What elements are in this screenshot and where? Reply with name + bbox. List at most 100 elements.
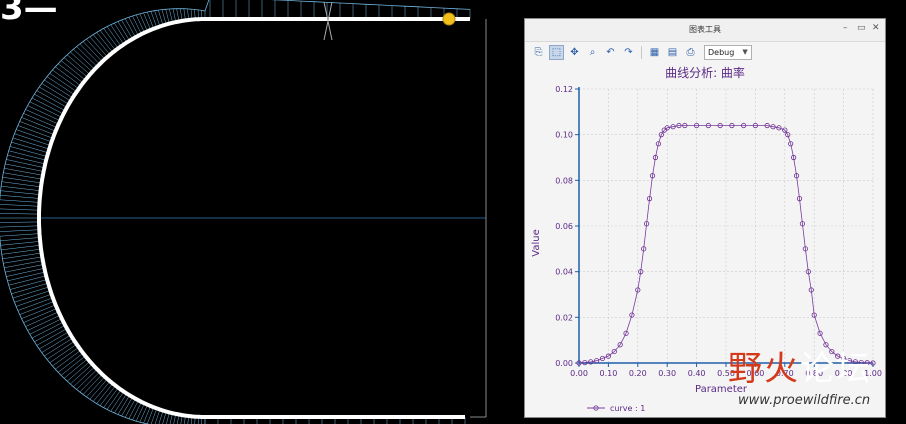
chart-title: 曲线分析: 曲率 xyxy=(665,65,745,80)
comb-tooth xyxy=(8,275,47,286)
comb-tooth xyxy=(23,308,58,323)
comb-tooth xyxy=(0,194,40,199)
restore-button[interactable]: ▭ xyxy=(857,23,866,33)
comb-tooth xyxy=(82,374,103,395)
comb-tooth xyxy=(0,237,40,242)
comb-tooth xyxy=(0,190,41,195)
comb-tooth xyxy=(132,401,142,421)
comb-tooth xyxy=(0,221,40,223)
comb-tooth xyxy=(52,69,79,89)
table-icon[interactable]: ▦ xyxy=(647,45,662,60)
chevron-down-icon: ▼ xyxy=(742,48,748,56)
comb-tooth xyxy=(23,113,58,128)
comb-tooth xyxy=(29,101,62,118)
comb-tooth xyxy=(82,41,103,62)
comb-tooth xyxy=(0,208,40,211)
comb-tooth xyxy=(34,325,66,342)
toolbar-separator xyxy=(641,45,642,59)
comb-tooth xyxy=(124,18,136,38)
y-tick-label: 0.04 xyxy=(555,268,573,277)
comb-tooth xyxy=(132,15,142,35)
comb-tooth xyxy=(139,13,148,32)
series-points xyxy=(576,122,876,366)
comb-tooth xyxy=(76,369,98,390)
comb-tooth xyxy=(5,264,44,273)
comb-tooth xyxy=(39,86,69,105)
comb-tooth xyxy=(128,17,139,36)
comb-tooth xyxy=(0,199,40,203)
x-tick-label: 0.10 xyxy=(599,369,617,378)
comb-tooth xyxy=(150,11,158,28)
comb-tooth xyxy=(96,383,113,404)
pan-icon[interactable]: ✥ xyxy=(567,45,582,60)
comb-tooth xyxy=(1,185,41,191)
comb-tooth xyxy=(86,38,105,60)
redo-icon[interactable]: ↷ xyxy=(621,45,636,60)
comb-tooth xyxy=(55,66,82,87)
comb-tooth xyxy=(60,355,86,376)
comb-tooth xyxy=(52,347,79,367)
comb-tooth xyxy=(0,241,41,246)
comb-tooth xyxy=(79,43,100,65)
comb-tooth xyxy=(99,30,116,51)
curvature-comb xyxy=(0,0,471,424)
comb-tooth xyxy=(93,381,111,402)
window-title: 图表工具 xyxy=(689,25,721,34)
comb-tooth xyxy=(96,32,113,53)
comb-tooth xyxy=(8,150,47,161)
comb-tooth xyxy=(70,363,93,385)
comb-tooth xyxy=(5,163,44,172)
print-icon[interactable]: ⎙ xyxy=(683,45,698,60)
comb-tooth xyxy=(11,282,49,295)
comb-tooth xyxy=(93,34,111,55)
zoom-icon[interactable]: ⌕ xyxy=(585,45,600,60)
comb-tooth xyxy=(0,204,40,207)
comb-tooth xyxy=(161,9,167,25)
comb-tooth xyxy=(9,279,48,290)
comb-tooth xyxy=(7,271,46,282)
comb-tooth xyxy=(124,398,136,418)
comb-tooth xyxy=(0,213,40,215)
watermark-logo: 野火论坛 xyxy=(728,341,872,390)
comb-tooth xyxy=(31,321,64,339)
close-button[interactable]: ✕ xyxy=(872,23,880,33)
x-tick-label: 0.00 xyxy=(570,369,588,378)
comb-tooth xyxy=(135,403,145,422)
comb-tooth xyxy=(143,405,151,424)
chart-grid xyxy=(578,88,874,364)
comb-tooth xyxy=(128,400,139,419)
comb-tooth xyxy=(0,225,40,228)
minimize-button[interactable]: – xyxy=(843,23,848,33)
comb-tooth xyxy=(44,337,73,357)
comb-tooth xyxy=(36,328,68,346)
undo-icon[interactable]: ↶ xyxy=(603,45,618,60)
y-tick-label: 0.00 xyxy=(555,359,573,368)
comb-tooth xyxy=(31,97,64,115)
comb-tooth xyxy=(58,352,84,373)
comb-tooth xyxy=(66,361,91,382)
open-icon[interactable]: ⎘ xyxy=(531,45,546,60)
comb-tooth xyxy=(146,407,154,424)
y-tick-label: 0.10 xyxy=(555,131,573,140)
comb-tooth xyxy=(70,51,93,73)
comb-tooth xyxy=(79,371,100,393)
comb-tooth xyxy=(60,60,86,81)
comb-tooth xyxy=(0,229,40,232)
comb-envelope xyxy=(0,0,471,424)
export-icon[interactable]: ▤ xyxy=(665,45,680,60)
comb-tooth xyxy=(4,260,43,268)
y-tick-labels: 0.00 0.02 0.04 0.06 0.08 0.10 0.12 xyxy=(555,85,573,368)
debug-dropdown[interactable]: Debug ▼ xyxy=(704,44,752,60)
window-titlebar[interactable]: 图表工具 – ▭ ✕ xyxy=(525,19,885,42)
comb-tooth xyxy=(49,73,77,92)
y-tick-label: 0.12 xyxy=(555,85,573,94)
watermark-white-text: 论坛 xyxy=(800,349,872,389)
comb-tooth xyxy=(46,340,75,360)
select-icon[interactable]: ⬚ xyxy=(549,44,564,60)
comb-tooth xyxy=(44,79,73,99)
curve-end-point[interactable] xyxy=(442,12,456,26)
reference-lines xyxy=(38,19,487,418)
comb-tooth xyxy=(1,248,42,255)
partial-heading: 3— xyxy=(0,0,58,28)
comb-tooth xyxy=(25,109,59,125)
